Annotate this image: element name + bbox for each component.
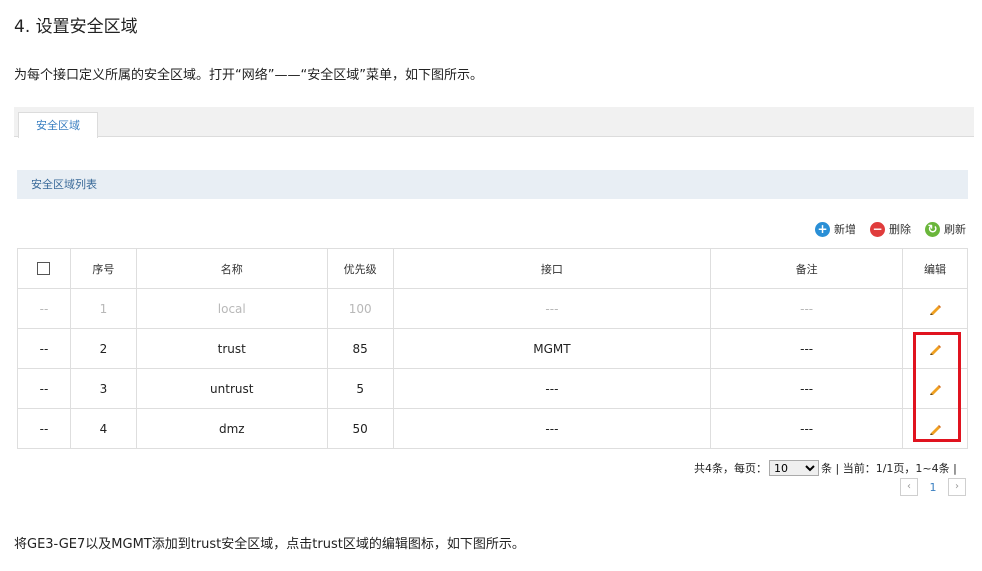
row-priority: 100 [326, 288, 394, 329]
col-note-header: 备注 [710, 248, 904, 289]
section-heading: 4. 设置安全区域 [14, 17, 138, 37]
table-row: -- 4 dmz 50 --- --- [17, 408, 968, 449]
pager-info: 共4条，每页： 10 条 | 当前：1/1页，1~4条 | [694, 460, 957, 476]
plus-icon: + [815, 221, 830, 237]
row-edit-cell [902, 288, 968, 329]
prev-page-button[interactable]: ‹ [900, 478, 918, 496]
add-button[interactable]: + 新增 [815, 221, 856, 237]
row-priority: 85 [326, 328, 394, 369]
col-name-header: 名称 [135, 248, 328, 289]
list-title: 安全区域列表 [31, 178, 97, 191]
col-interface-header: 接口 [392, 248, 712, 289]
delete-button[interactable]: − 删除 [870, 221, 911, 237]
next-page-button[interactable]: › [948, 478, 966, 496]
tab-bar: 安全区域 [14, 107, 974, 138]
col-edit-header: 编辑 [902, 248, 968, 289]
row-note: --- [710, 368, 904, 409]
col-index-header: 序号 [69, 248, 137, 289]
toolbar: + 新增 − 删除 ↻ 刷新 [815, 221, 966, 237]
refresh-button[interactable]: ↻ 刷新 [925, 221, 966, 237]
list-title-bar: 安全区域列表 [17, 170, 968, 199]
refresh-label: 刷新 [944, 223, 966, 236]
current-page-number[interactable]: 1 [926, 481, 940, 494]
minus-icon: − [870, 221, 885, 237]
row-interface: --- [392, 288, 712, 329]
zone-table: 序号 名称 优先级 接口 备注 编辑 -- 1 local 100 --- --… [17, 248, 968, 449]
edit-column-highlight [913, 332, 961, 442]
select-all-checkbox[interactable] [37, 262, 51, 276]
col-priority-header: 优先级 [326, 248, 394, 289]
row-check: -- [17, 368, 71, 409]
intro-text: 为每个接口定义所属的安全区域。打开“网络”——“安全区域”菜单，如下图所示。 [14, 68, 483, 83]
row-note: --- [710, 288, 904, 329]
table-row: -- 2 trust 85 MGMT --- [17, 328, 968, 369]
row-name: local [135, 288, 328, 329]
row-interface: --- [392, 368, 712, 409]
row-check: -- [17, 328, 71, 369]
row-note: --- [710, 328, 904, 369]
row-note: --- [710, 408, 904, 449]
row-index: 1 [69, 288, 137, 329]
table-row: -- 1 local 100 --- --- [17, 288, 968, 329]
page-size-select[interactable]: 10 [769, 460, 819, 476]
add-label: 新增 [834, 223, 856, 236]
delete-label: 删除 [889, 223, 911, 236]
row-name: trust [135, 328, 328, 369]
select-all-cell [17, 248, 71, 289]
row-name: untrust [135, 368, 328, 409]
row-index: 4 [69, 408, 137, 449]
row-name: dmz [135, 408, 328, 449]
table-row: -- 3 untrust 5 --- --- [17, 368, 968, 409]
pencil-edit-icon[interactable] [928, 302, 942, 316]
row-check: -- [17, 408, 71, 449]
footer-text: 将GE3-GE7以及MGMT添加到trust安全区域，点击trust区域的编辑图… [14, 537, 525, 552]
row-priority: 5 [326, 368, 394, 409]
refresh-icon: ↻ [925, 221, 940, 237]
pager-suffix: 条 | 当前：1/1页，1~4条 | [821, 462, 957, 475]
table-header-row: 序号 名称 优先级 接口 备注 编辑 [17, 248, 968, 289]
pager-prefix: 共4条，每页： [694, 462, 767, 475]
page-navigation: ‹ 1 › [900, 478, 966, 496]
row-index: 2 [69, 328, 137, 369]
row-check: -- [17, 288, 71, 329]
row-index: 3 [69, 368, 137, 409]
row-interface: --- [392, 408, 712, 449]
tab-security-zone[interactable]: 安全区域 [18, 112, 98, 138]
row-interface: MGMT [392, 328, 712, 369]
row-priority: 50 [326, 408, 394, 449]
